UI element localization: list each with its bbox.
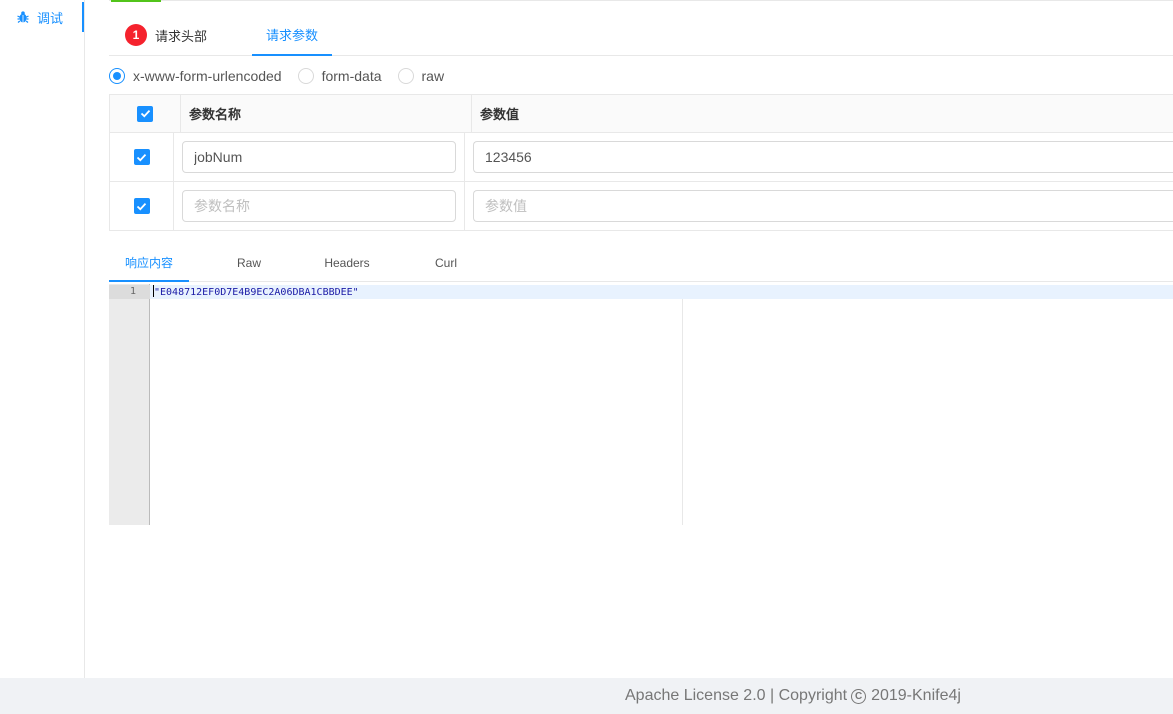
radio-label: form-data (321, 68, 382, 84)
param-name-input[interactable] (182, 141, 456, 173)
tab-request-params-label: 请求参数 (265, 27, 318, 43)
headers-count-badge: 1 (125, 24, 147, 46)
response-tabs: 响应内容 Raw Headers Curl (109, 244, 1173, 282)
radio-form-data[interactable]: form-data (297, 68, 382, 84)
table-row (110, 133, 1173, 182)
tab-response-raw[interactable]: Raw (209, 244, 289, 282)
print-margin (682, 299, 683, 525)
tab-response-headers[interactable]: Headers (307, 244, 387, 282)
copyright-icon: C (851, 688, 867, 704)
row-checkbox[interactable] (133, 198, 150, 214)
param-value-input[interactable] (473, 190, 1173, 222)
column-header-name: 参数名称 (181, 95, 472, 132)
tab-response-curl[interactable]: Curl (406, 244, 486, 282)
top-divider (109, 0, 1173, 1)
footer: Apache License 2.0 | Copyright C 2019-Kn… (0, 678, 1173, 714)
main-panel: 1 请求头部 请求参数 x-www-form-urlencoded form-d… (109, 0, 1173, 678)
select-all-checkbox[interactable] (137, 105, 153, 122)
radio-x-www-form-urlencoded[interactable]: x-www-form-urlencoded (109, 68, 282, 84)
check-icon (136, 153, 147, 161)
param-name-input[interactable] (182, 190, 456, 222)
param-value-input[interactable] (473, 141, 1173, 173)
check-icon (136, 202, 147, 210)
check-icon (140, 109, 150, 118)
row-check-cell (110, 182, 174, 230)
response-editor[interactable]: 1 "E048712EF0D7E4B9EC2A06DBA1CBBDEE" (109, 284, 1173, 525)
row-check-cell (110, 133, 174, 181)
tab-request-params[interactable]: 请求参数 (252, 14, 332, 56)
radio-checked-icon (109, 68, 125, 84)
params-table-header: 参数名称 参数值 (110, 95, 1173, 133)
radio-label: raw (421, 68, 445, 84)
body-type-radio-group: x-www-form-urlencoded form-data raw (109, 66, 460, 86)
footer-license-text: Apache License 2.0 | Copyright (625, 687, 848, 704)
row-name-cell (174, 182, 465, 230)
row-value-cell (465, 133, 1173, 181)
sidebar-item-debug[interactable]: 调试 (0, 2, 84, 32)
select-all-cell (110, 95, 181, 132)
editor-gutter: 1 (109, 284, 150, 525)
sidebar-item-label: 调试 (37, 10, 64, 26)
radio-raw[interactable]: raw (397, 68, 445, 84)
line-number: 1 (109, 285, 150, 299)
tab-response-content[interactable]: 响应内容 (109, 244, 189, 282)
request-tabs: 1 请求头部 请求参数 (109, 14, 1173, 56)
top-accent-bar (111, 0, 161, 2)
params-table: 参数名称 参数值 (109, 94, 1173, 231)
bug-icon (16, 10, 30, 24)
row-value-cell (465, 182, 1173, 230)
copyright-symbol: C (854, 690, 863, 702)
code-line[interactable]: "E048712EF0D7E4B9EC2A06DBA1CBBDEE" (150, 285, 1173, 299)
footer-copyright-text: 2019-Knife4j (871, 687, 961, 704)
table-row (110, 182, 1173, 230)
radio-label: x-www-form-urlencoded (133, 68, 282, 84)
tab-request-headers-label: 请求头部 (155, 28, 208, 44)
column-header-value: 参数值 (480, 107, 520, 122)
tab-request-headers[interactable]: 1 请求头部 (125, 14, 207, 56)
row-name-cell (174, 133, 465, 181)
sidebar: 调试 (0, 0, 85, 678)
response-text: "E048712EF0D7E4B9EC2A06DBA1CBBDEE" (154, 287, 359, 298)
row-checkbox[interactable] (133, 149, 150, 165)
radio-unchecked-icon (297, 68, 314, 84)
radio-unchecked-icon (397, 68, 414, 84)
